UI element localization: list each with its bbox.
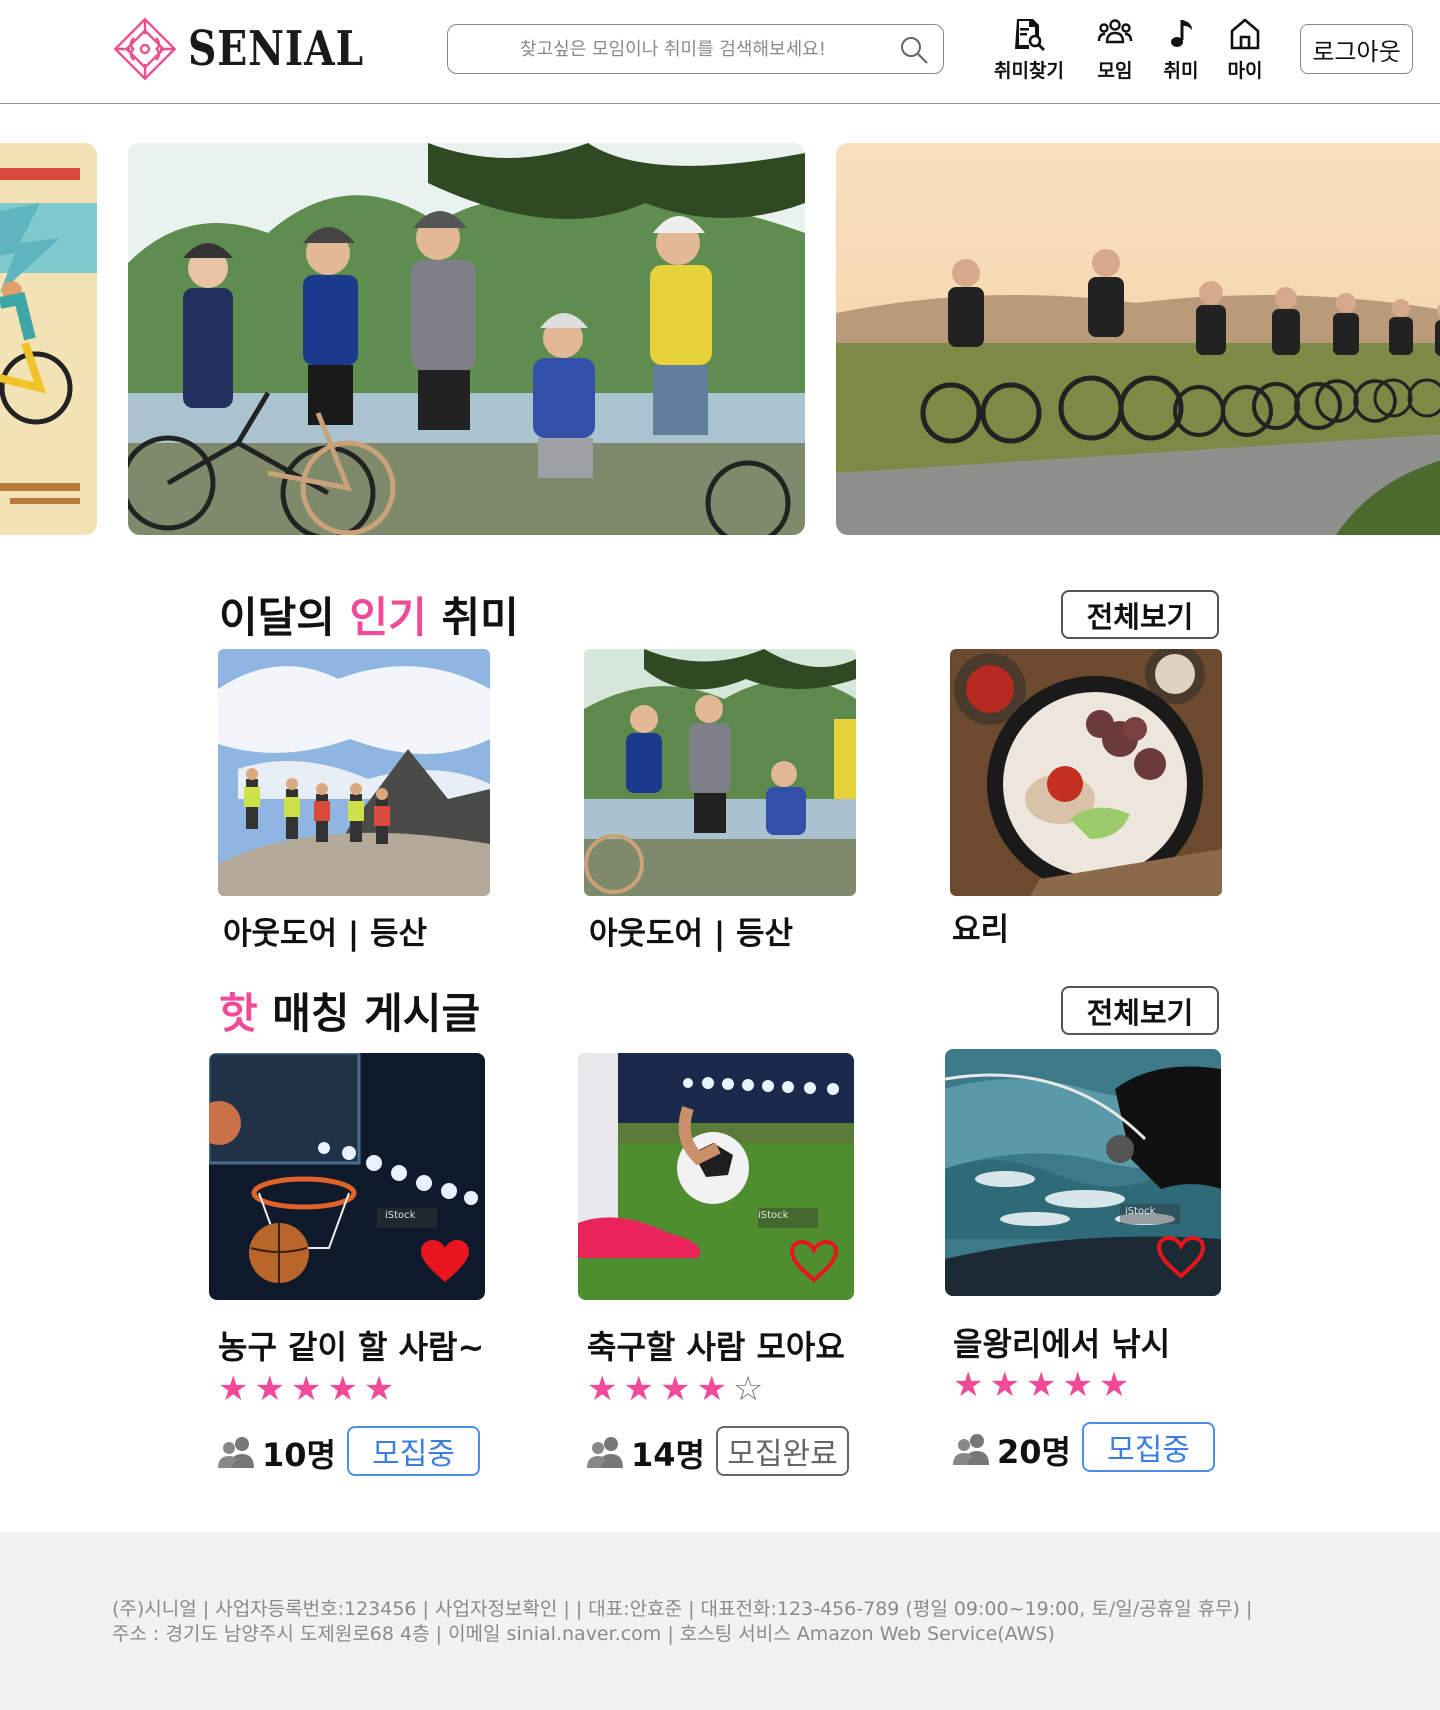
people-icon [587,1437,623,1468]
post-1-members: 10명 [218,1430,336,1476]
page: SENIAL 취미찾기 [0,0,1440,1710]
hiking-photo [218,649,490,896]
nav-my-label: 마이 [1227,60,1263,82]
post-1-title[interactable]: 농구 같이 할 사람~ [218,1322,484,1368]
hot-section-title: 핫 매칭 게시글 [219,980,480,1041]
nav-hobby-label: 취미 [1163,60,1199,82]
nav-hobby-search[interactable]: 취미찾기 [994,16,1064,83]
cycling-group-photo [128,143,805,535]
hot-title-highlight: 핫 [219,989,258,1038]
popular-title-highlight: 인기 [349,593,427,642]
footer: (주)시니얼 | 사업자등록번호:123456 | 사업자정보확인 | | 대표… [0,1532,1440,1710]
heart-icon[interactable] [419,1238,471,1284]
hobby-search-icon [1014,19,1045,51]
post-3-members-count: 20명 [997,1433,1071,1471]
search-input[interactable] [448,27,878,71]
post-1-status-badge[interactable]: 모집중 [347,1426,480,1476]
search-icon[interactable] [899,35,929,65]
cycling-group-photo [584,649,856,896]
popular-section-title: 이달의 인기 취미 [219,584,519,645]
nav-group-label: 모임 [1097,60,1133,82]
heart-outline-icon[interactable] [1155,1234,1207,1280]
popular-item-1-image[interactable] [218,649,490,896]
post-2-title[interactable]: 축구할 사람 모아요 [587,1322,845,1368]
poster-image [0,143,97,535]
search-bar [447,24,944,74]
logo-mark-icon [113,17,177,81]
music-note-icon [1171,20,1192,47]
popular-item-3-image[interactable] [950,649,1222,896]
nav-group[interactable]: 모임 [1097,16,1133,83]
group-icon [1097,19,1133,44]
post-3-members: 20명 [953,1427,1071,1473]
post-3-rating: ★★★★★ [953,1365,1136,1405]
hot-view-all-button[interactable]: 전체보기 [1061,986,1219,1035]
popular-view-all-button[interactable]: 전체보기 [1061,590,1219,639]
carousel-slide-prev[interactable] [0,143,97,535]
heart-outline-icon[interactable] [788,1238,840,1284]
post-2-image[interactable]: iStock [578,1053,854,1300]
popular-item-2-image[interactable] [584,649,856,896]
logo[interactable]: SENIAL [110,14,403,84]
popular-title-prefix: 이달의 [219,593,350,642]
logo-text: SENIAL [188,21,364,77]
popular-item-1-label[interactable]: 아웃도어 | 등산 [223,908,427,953]
people-icon [218,1437,254,1468]
popular-title-suffix: 취미 [426,593,519,642]
nav-hobby-search-label: 취미찾기 [994,60,1064,82]
carousel-slide-main[interactable] [128,143,805,535]
popular-item-2-label[interactable]: 아웃도어 | 등산 [589,908,793,953]
post-2-status-badge[interactable]: 모집완료 [716,1426,849,1476]
footer-company-info: (주)시니얼 | 사업자등록번호:123456 | 사업자정보확인 | | 대표… [112,1598,1253,1620]
post-2-members-count: 14명 [631,1436,705,1474]
post-2-members: 14명 [587,1430,705,1476]
hot-title-suffix: 매칭 게시글 [257,989,481,1038]
header: SENIAL 취미찾기 [0,0,1440,104]
footer-address-info: 주소 : 경기도 남양주시 도제원로68 4층 | 이메일 sinial.nav… [112,1623,1055,1645]
cycling-road-photo [836,143,1440,535]
post-3-image[interactable]: iStock [945,1049,1221,1296]
soup-photo [950,649,1222,896]
post-1-rating: ★★★★★ [218,1369,401,1409]
post-1-image[interactable]: iStock [209,1053,485,1300]
home-icon [1230,18,1260,50]
nav-my[interactable]: 마이 [1227,16,1263,83]
post-1-members-count: 10명 [262,1436,336,1474]
people-icon [953,1434,989,1465]
popular-item-3-label[interactable]: 요리 [952,904,1009,949]
post-3-status-badge[interactable]: 모집중 [1082,1422,1215,1472]
post-3-title[interactable]: 을왕리에서 낚시 [953,1319,1170,1365]
post-2-rating: ★★★★☆ [587,1369,770,1409]
logout-button[interactable]: 로그아웃 [1300,24,1413,74]
carousel-slide-next[interactable] [836,143,1440,535]
nav-hobby[interactable]: 취미 [1163,16,1199,83]
